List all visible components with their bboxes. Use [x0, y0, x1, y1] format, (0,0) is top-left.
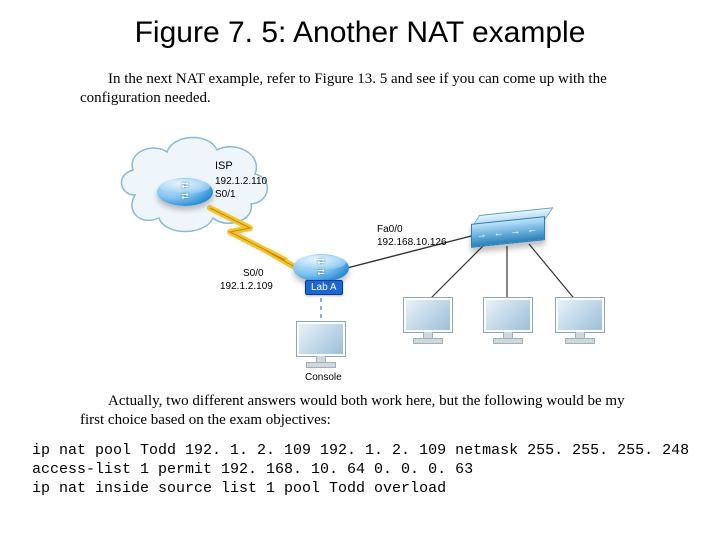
config-code: ip nat pool Todd 192. 1. 2. 109 192. 1. … — [32, 442, 700, 498]
monitor-icon — [296, 322, 346, 370]
labA-serial-ip-label: 192.1.2.109 — [220, 281, 273, 292]
ethernet-link-icon — [427, 244, 485, 302]
router-icon: ⇄⇄ — [293, 254, 349, 282]
answer-paragraph: Actually, two different answers would bo… — [80, 392, 640, 430]
monitor-icon — [483, 298, 533, 346]
labA-serial-if-label: S0/0 — [243, 268, 264, 279]
isp-if-label: S0/1 — [215, 189, 236, 200]
router-icon: ⇄⇄ — [157, 178, 213, 206]
intro-paragraph: In the next NAT example, refer to Figure… — [80, 70, 640, 108]
serial-link-icon — [210, 208, 293, 266]
labA-fa-if-label: Fa0/0 — [377, 224, 403, 235]
isp-ip-label: 192.1.2.110 — [215, 176, 267, 187]
monitor-icon — [403, 298, 453, 346]
labA-badge: Lab A — [305, 280, 343, 295]
labA-fa-ip-label: 192.168.10.126 — [377, 237, 447, 248]
monitor-icon — [555, 298, 605, 346]
network-diagram: ⇄⇄ ⇄⇄ → ← → ← ISP 192.1.2.110 S0/1 S0 — [115, 120, 605, 380]
ethernet-link-icon — [529, 244, 577, 302]
slide: Figure 7. 5: Another NAT example In the … — [0, 0, 720, 540]
slide-title: Figure 7. 5: Another NAT example — [0, 16, 720, 50]
isp-label: ISP — [215, 160, 233, 172]
console-label: Console — [305, 372, 342, 383]
